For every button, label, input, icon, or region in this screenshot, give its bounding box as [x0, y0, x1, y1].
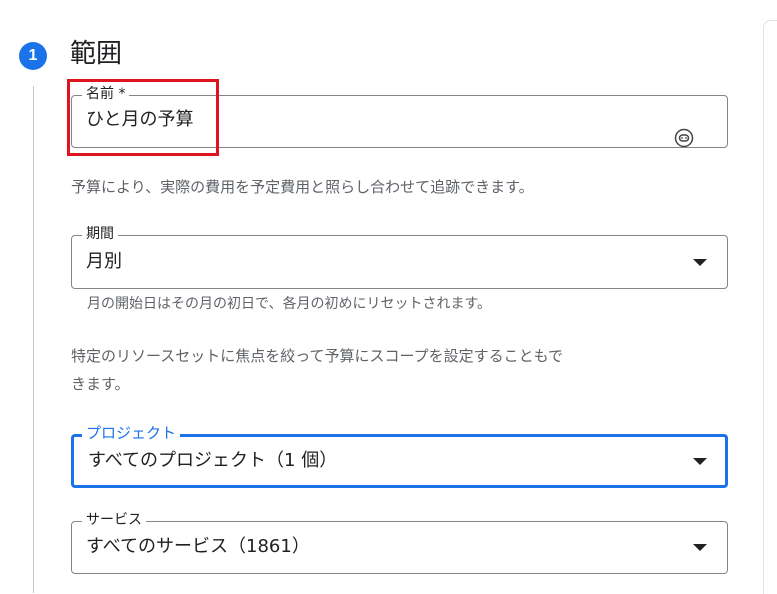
chevron-down-icon[interactable]: [693, 544, 707, 551]
period-select-label: 期間: [82, 225, 118, 243]
chevron-down-icon[interactable]: [693, 259, 707, 266]
scope-description-line2: きます。: [71, 375, 130, 393]
budget-description: 予算により、実際の費用を予定費用と照らし合わせて追跡できます。: [71, 178, 534, 196]
chevron-down-icon[interactable]: [693, 458, 707, 465]
period-select[interactable]: 期間 月別: [71, 225, 728, 289]
project-select-value: すべてのプロジェクト（1 個）: [88, 450, 338, 471]
period-select-value: 月別: [86, 251, 122, 272]
name-field-highlight-box: [67, 79, 219, 156]
scope-description-line1: 特定のリソースセットに焦点を絞って予算にスコープを設定することもで: [71, 347, 564, 365]
project-select[interactable]: プロジェクト すべてのプロジェクト（1 個）: [71, 424, 728, 488]
service-select-value: すべてのサービス（1861）: [86, 536, 310, 557]
period-helper-text: 月の開始日はその月の初日で、各月の初めにリセットされます。: [87, 296, 492, 312]
assist-icon[interactable]: [674, 128, 694, 148]
step-number-badge: 1: [19, 42, 47, 70]
project-select-label: プロジェクト: [82, 424, 181, 442]
step-timeline: [33, 86, 34, 593]
service-select[interactable]: サービス すべてのサービス（1861）: [71, 511, 728, 574]
side-panel-edge: [763, 20, 777, 594]
service-select-label: サービス: [82, 511, 146, 529]
step-title: 範囲: [70, 39, 123, 69]
